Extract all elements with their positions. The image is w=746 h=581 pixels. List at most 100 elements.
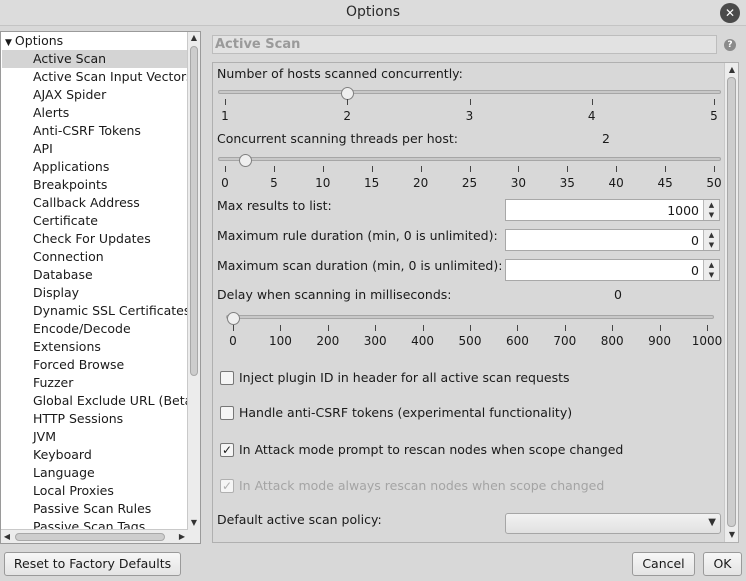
slider-tick-label: 1000 <box>691 334 723 348</box>
close-icon[interactable]: ✕ <box>720 3 740 23</box>
chevron-down-icon: ▼ <box>708 517 716 528</box>
scroll-thumb[interactable] <box>15 533 165 541</box>
max-rule-spinner[interactable]: 0 ▲ ▼ <box>505 229 720 251</box>
spinner-up-icon[interactable]: ▲ <box>704 230 719 240</box>
tree-item[interactable]: Local Proxies <box>33 482 114 500</box>
scroll-thumb[interactable] <box>190 46 198 376</box>
slider-tick-label: 900 <box>648 334 672 348</box>
max-results-value[interactable]: 1000 <box>667 203 699 218</box>
help-icon[interactable]: ? <box>724 39 736 51</box>
checkbox-label[interactable]: In Attack mode prompt to rescan nodes wh… <box>239 442 623 457</box>
spinner-down-icon[interactable]: ▼ <box>704 210 719 220</box>
slider-tick <box>225 99 226 105</box>
tree-item[interactable]: Language <box>33 464 95 482</box>
spinner-up-icon[interactable]: ▲ <box>704 260 719 270</box>
expand-icon[interactable]: ▼ <box>5 38 12 48</box>
threads-slider-track[interactable] <box>218 157 721 161</box>
slider-tick-label: 40 <box>608 176 624 190</box>
scroll-right-icon[interactable]: ▶ <box>176 531 188 543</box>
slider-tick-label: 0 <box>229 334 237 348</box>
scroll-thumb[interactable] <box>727 77 736 527</box>
slider-tick-label: 1 <box>221 109 229 123</box>
checkbox[interactable]: ✓ <box>220 443 234 457</box>
scroll-up-icon[interactable]: ▲ <box>188 32 200 44</box>
policy-dropdown[interactable]: ▼ <box>505 513 721 534</box>
tree-item[interactable]: Forced Browse <box>33 356 124 374</box>
delay-slider-track[interactable] <box>226 315 714 319</box>
slider-tick <box>420 166 422 172</box>
scroll-up-icon[interactable]: ▲ <box>726 64 738 76</box>
checkbox-label[interactable]: Handle anti-CSRF tokens (experimental fu… <box>239 405 572 420</box>
tree-item[interactable]: Global Exclude URL (Beta <box>33 392 192 410</box>
slider-tick-label: 200 <box>316 334 340 348</box>
slider-tick <box>714 99 715 105</box>
max-scan-value[interactable]: 0 <box>691 263 699 278</box>
ok-button[interactable]: OK <box>703 552 742 576</box>
tree-item[interactable]: Passive Scan Rules <box>33 500 151 518</box>
tree-vertical-scrollbar[interactable]: ▲ ▼ <box>187 32 200 543</box>
tree-item[interactable]: HTTP Sessions <box>33 410 123 428</box>
tree-item[interactable]: Check For Updates <box>33 230 151 248</box>
tree-item[interactable]: Connection <box>33 248 104 266</box>
tree-item[interactable]: Encode/Decode <box>33 320 131 338</box>
cancel-button[interactable]: Cancel <box>632 552 695 576</box>
slider-tick <box>225 166 226 172</box>
reset-defaults-button[interactable]: Reset to Factory Defaults <box>4 552 181 576</box>
tree-item[interactable]: Dynamic SSL Certificates <box>33 302 190 320</box>
panel-title: Active Scan <box>215 37 301 52</box>
tree-item[interactable]: JVM <box>33 428 56 446</box>
tree-item[interactable]: Fuzzer <box>33 374 73 392</box>
slider-tick-label: 10 <box>315 176 331 190</box>
slider-tick <box>665 166 667 172</box>
scroll-left-icon[interactable]: ◀ <box>1 531 13 543</box>
spinner-up-icon[interactable]: ▲ <box>704 200 719 210</box>
tree-item[interactable]: Applications <box>33 158 109 176</box>
threads-label: Concurrent scanning threads per host: <box>217 131 458 146</box>
spinner-down-icon[interactable]: ▼ <box>704 240 719 250</box>
tree-item[interactable]: Keyboard <box>33 446 92 464</box>
max-rule-value[interactable]: 0 <box>691 233 699 248</box>
max-scan-spinner[interactable]: 0 ▲ ▼ <box>505 259 720 281</box>
tree-root[interactable]: ▼ Options <box>5 32 63 50</box>
checkbox: ✓ <box>220 479 234 493</box>
tree-item[interactable]: AJAX Spider <box>33 86 106 104</box>
slider-tick-label: 0 <box>221 176 229 190</box>
hosts-slider-track[interactable] <box>218 90 721 94</box>
tree-item[interactable]: Alerts <box>33 104 69 122</box>
tree-item[interactable]: Breakpoints <box>33 176 107 194</box>
tree-item[interactable]: Active Scan <box>2 50 188 68</box>
scroll-down-icon[interactable]: ▼ <box>726 529 738 541</box>
slider-tick <box>273 166 275 172</box>
checkbox[interactable] <box>220 371 234 385</box>
tree-item[interactable]: Extensions <box>33 338 101 356</box>
slider-tick <box>375 325 377 331</box>
slider-tick <box>707 325 708 331</box>
tree-item[interactable]: Database <box>33 266 93 284</box>
panel-header: Active Scan <box>212 35 717 54</box>
threads-slider-knob[interactable] <box>238 154 252 167</box>
options-tree: ▼ Options Active Scan Active Scan Input Ve… <box>0 31 201 544</box>
slider-tick <box>327 325 329 331</box>
tree-item[interactable]: Anti-CSRF Tokens <box>33 122 141 140</box>
scroll-down-icon[interactable]: ▼ <box>188 517 200 529</box>
tree-item[interactable]: Active Scan Input Vectors <box>33 68 193 86</box>
slider-tick <box>567 166 569 172</box>
tree-item[interactable]: API <box>33 140 53 158</box>
slider-tick-label: 500 <box>458 334 482 348</box>
content-vertical-scrollbar[interactable]: ▲ ▼ <box>724 63 738 542</box>
spinner-down-icon[interactable]: ▼ <box>704 270 719 280</box>
policy-label: Default active scan policy: <box>217 512 382 527</box>
slider-tick <box>714 166 715 172</box>
tree-horizontal-scrollbar[interactable]: ◀ ▶ <box>1 529 188 543</box>
max-scan-label: Maximum scan duration (min, 0 is unlimit… <box>217 258 503 273</box>
max-results-spinner[interactable]: 1000 ▲ ▼ <box>505 199 720 221</box>
slider-tick-label: 600 <box>505 334 529 348</box>
tree-item[interactable]: Display <box>33 284 79 302</box>
delay-slider-knob[interactable] <box>227 312 240 325</box>
tree-item[interactable]: Certificate <box>33 212 98 230</box>
slider-tick <box>612 325 614 331</box>
checkbox-label[interactable]: Inject plugin ID in header for all activ… <box>239 370 570 385</box>
max-rule-label: Maximum rule duration (min, 0 is unlimit… <box>217 228 498 243</box>
checkbox[interactable] <box>220 406 234 420</box>
tree-item[interactable]: Callback Address <box>33 194 140 212</box>
